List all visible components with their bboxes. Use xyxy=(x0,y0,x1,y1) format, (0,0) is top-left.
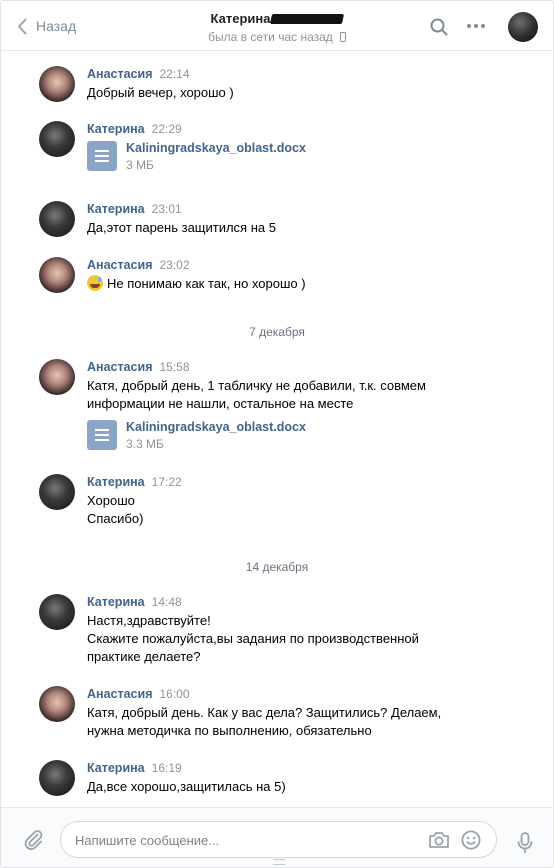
message-line: практике делаете? xyxy=(87,649,201,664)
message-input[interactable] xyxy=(75,831,405,849)
message-time[interactable]: 15:58 xyxy=(160,360,190,374)
message-time[interactable]: 17:22 xyxy=(152,475,182,489)
document-attachment[interactable]: Kaliningradskaya_oblast.docx 3 МБ xyxy=(87,141,467,173)
peer-status-text: была в сети час назад xyxy=(208,30,333,44)
message-time[interactable]: 16:19 xyxy=(152,761,182,775)
message-time[interactable]: 23:02 xyxy=(160,258,190,272)
message-line: информации не нашли, остальное на месте xyxy=(87,396,354,411)
message-line: нужна методичка по выполнению, обязатель… xyxy=(87,723,372,738)
smile-icon xyxy=(461,830,481,850)
avatar[interactable] xyxy=(39,66,75,102)
message-time[interactable]: 23:01 xyxy=(152,202,182,216)
date-divider: 14 декабря xyxy=(245,560,309,574)
message-text: Катя, добрый день, 1 табличку не добавил… xyxy=(87,377,507,413)
document-icon[interactable] xyxy=(87,420,117,450)
redaction-mark xyxy=(270,13,345,24)
message-time[interactable]: 22:14 xyxy=(160,67,190,81)
paperclip-icon xyxy=(24,830,43,850)
avatar[interactable] xyxy=(39,760,75,796)
date-divider: 7 декабря xyxy=(249,325,305,339)
chat-window: Назад Катерина была в сети час назад Ана… xyxy=(0,0,554,868)
peer-status: была в сети час назад xyxy=(151,30,403,44)
message-author[interactable]: Катерина xyxy=(87,122,145,136)
message-author[interactable]: Анастасия xyxy=(87,687,153,701)
search-icon xyxy=(430,18,448,36)
message-author[interactable]: Катерина xyxy=(87,475,145,489)
more-dot xyxy=(481,24,485,28)
message-time[interactable]: 22:29 xyxy=(152,122,182,136)
message-text: Хорошо Спасибо) xyxy=(87,492,467,528)
peer-name-text: Катерина xyxy=(210,11,271,26)
message-line: Катя, добрый день. Как у вас дела? Защит… xyxy=(87,705,442,720)
document-name[interactable]: Kaliningradskaya_oblast.docx xyxy=(126,141,306,156)
avatar[interactable] xyxy=(39,594,75,630)
mobile-icon xyxy=(339,32,346,42)
message-author[interactable]: Катерина xyxy=(87,202,145,216)
message-line: Спасибо) xyxy=(87,511,144,526)
search-button[interactable] xyxy=(430,18,448,41)
message-text: Да,этот парень защитился на 5 xyxy=(87,220,276,235)
chat-header: Назад Катерина была в сети час назад xyxy=(1,1,553,51)
camera-icon xyxy=(429,832,449,848)
message-text-content: Не понимаю как так, но хорошо ) xyxy=(107,276,306,291)
microphone-icon xyxy=(517,832,533,854)
avatar[interactable] xyxy=(39,359,75,395)
back-button[interactable]: Назад xyxy=(17,16,76,36)
voice-message-button[interactable] xyxy=(517,832,533,859)
more-button[interactable] xyxy=(467,24,485,28)
message-author[interactable]: Анастасия xyxy=(87,67,153,81)
document-icon[interactable] xyxy=(87,141,117,171)
message-line: Хорошо xyxy=(87,493,135,508)
message-author[interactable]: Катерина xyxy=(87,595,145,609)
message-text: Добрый вечер, хорошо ) xyxy=(87,85,234,100)
message-text: Катя, добрый день. Как у вас дела? Защит… xyxy=(87,704,507,740)
message-author[interactable]: Анастасия xyxy=(87,258,153,272)
avatar[interactable] xyxy=(39,201,75,237)
message-line: Настя,здравствуйте! xyxy=(87,613,211,628)
more-dot xyxy=(474,24,478,28)
message-time[interactable]: 14:48 xyxy=(152,595,182,609)
document-name[interactable]: Kaliningradskaya_oblast.docx xyxy=(126,420,306,435)
message-text: Да,все хорошо,защитилась на 5) xyxy=(87,779,286,794)
message-line: Катя, добрый день, 1 табличку не добавил… xyxy=(87,378,426,393)
camera-button[interactable] xyxy=(428,831,450,854)
document-attachment[interactable]: Kaliningradskaya_oblast.docx 3.3 МБ xyxy=(87,420,507,452)
more-dots-icon xyxy=(467,24,471,28)
chevron-left-icon xyxy=(18,18,27,34)
message-time[interactable]: 16:00 xyxy=(160,687,190,701)
peer-name: Катерина xyxy=(151,10,403,27)
message-text: Не понимаю как так, но хорошо ) xyxy=(87,275,467,293)
attach-button[interactable] xyxy=(23,828,43,855)
avatar[interactable] xyxy=(39,121,75,157)
document-size: 3.3 МБ xyxy=(126,437,164,451)
message-line: Скажите пожалуйста,вы задания по произво… xyxy=(87,631,419,646)
peer-info[interactable]: Катерина была в сети час назад xyxy=(151,10,403,44)
grinning-sweat-emoji-icon xyxy=(87,275,103,291)
message-input-wrapper[interactable] xyxy=(60,821,497,858)
message-text: Настя,здравствуйте! Скажите пожалуйста,в… xyxy=(87,612,507,666)
resize-handle[interactable] xyxy=(273,859,285,865)
message-author[interactable]: Анастасия xyxy=(87,360,153,374)
document-size: 3 МБ xyxy=(126,158,154,172)
avatar[interactable] xyxy=(39,474,75,510)
back-label: Назад xyxy=(36,18,77,34)
emoji-button[interactable] xyxy=(461,830,481,855)
avatar[interactable] xyxy=(39,257,75,293)
message-author[interactable]: Катерина xyxy=(87,761,145,775)
avatar[interactable] xyxy=(39,686,75,722)
peer-avatar[interactable] xyxy=(508,12,538,42)
